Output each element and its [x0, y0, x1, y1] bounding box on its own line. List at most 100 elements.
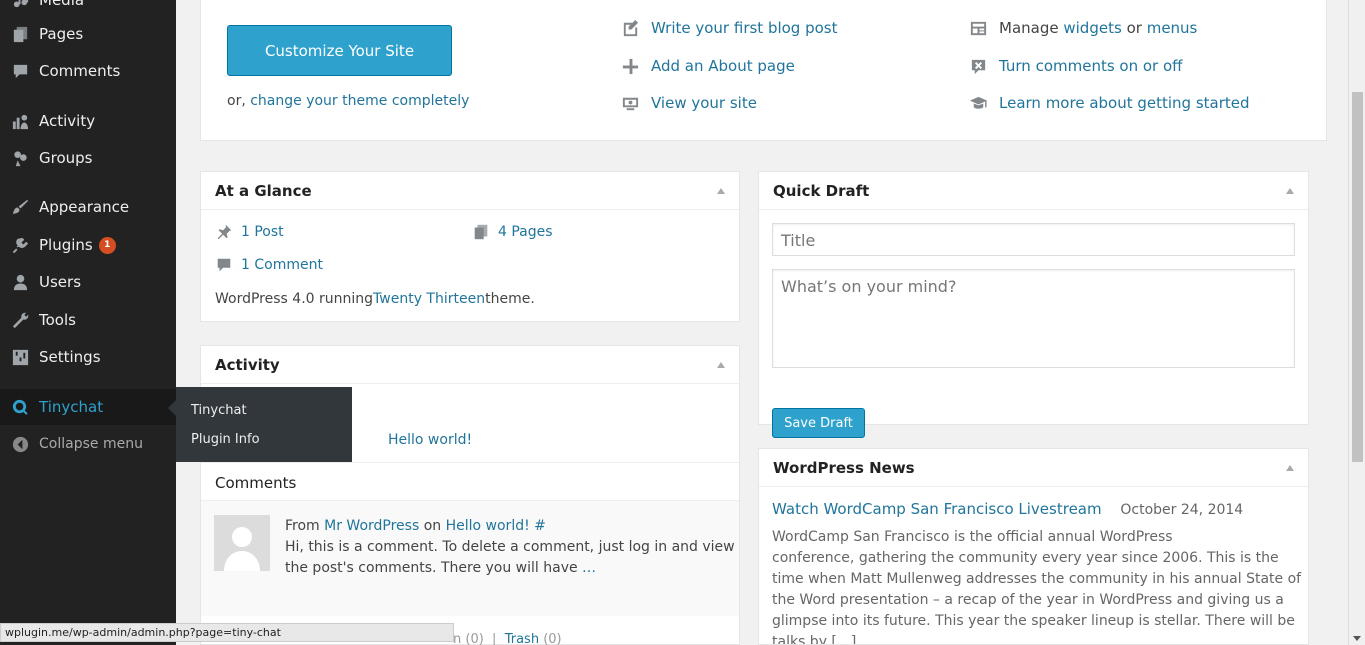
panel-header[interactable]: At a Glance — [201, 172, 739, 210]
panel-title: Quick Draft — [773, 181, 870, 200]
submenu-item-tinychat[interactable]: Tinychat — [176, 399, 352, 428]
write-first-post-link[interactable]: Write your first blog post — [620, 18, 838, 38]
sidebar-item-label: Comments — [39, 62, 121, 80]
collapse-toggle-icon[interactable] — [717, 361, 725, 368]
browser-status-bar: wplugin.me/wp-admin/admin.php?page=tiny-… — [0, 623, 454, 642]
pushpin-icon — [217, 224, 232, 240]
comments-count-link[interactable]: 1 Comment — [215, 256, 323, 274]
user-icon — [10, 272, 30, 292]
sidebar-item-label: Users — [39, 273, 82, 291]
update-count-badge: 1 — [98, 236, 116, 254]
sidebar-item-plugins[interactable]: Plugins 1 — [0, 227, 176, 263]
panel-header[interactable]: Activity — [201, 346, 739, 384]
customize-site-button[interactable]: Customize Your Site — [227, 25, 452, 76]
sidebar-item-appearance[interactable]: Appearance — [0, 189, 176, 225]
flyout-pointer — [168, 400, 176, 416]
draft-title-input[interactable]: Title — [772, 223, 1295, 256]
trash-link[interactable]: Trash — [505, 632, 539, 645]
pages-icon — [474, 224, 488, 240]
wordpress-version-line: WordPress 4.0 runningTwenty Thirteenthem… — [215, 291, 535, 307]
widgets-link[interactable]: widgets — [1063, 19, 1121, 37]
sidebar-item-label: Tools — [39, 311, 76, 329]
learn-more-label: Learn more about getting started — [999, 94, 1250, 112]
panel-title: At a Glance — [215, 181, 312, 200]
tinychat-search-icon — [10, 397, 30, 417]
view-screen-icon — [620, 93, 640, 113]
submenu-item-plugin-info[interactable]: Plugin Info — [176, 428, 352, 457]
comment-post-link[interactable]: Hello world! # — [446, 518, 546, 534]
manage-prefix: Manage — [999, 19, 1059, 37]
widgets-icon — [968, 18, 988, 38]
plugin-icon — [10, 235, 30, 255]
sidebar-item-comments[interactable]: Comments — [0, 53, 176, 89]
content-placeholder: What’s on your mind? — [781, 277, 957, 296]
collapse-menu-button[interactable]: Collapse menu — [0, 426, 176, 462]
next-step-label: View your site — [651, 94, 757, 112]
groups-icon — [10, 148, 30, 168]
scrollbar-thumb[interactable] — [1352, 92, 1363, 462]
menus-link[interactable]: menus — [1147, 19, 1198, 37]
panel-title: Activity — [215, 355, 280, 374]
comments-heading: Comments — [201, 462, 739, 501]
comment-meta: From Mr WordPress on Hello world! # — [285, 516, 735, 537]
sidebar-item-tools[interactable]: Tools — [0, 302, 176, 338]
sidebar-item-groups[interactable]: Groups — [0, 140, 176, 176]
next-step-label: Add an About page — [651, 57, 795, 75]
status-url: wplugin.me/wp-admin/admin.php?page=tiny-… — [5, 626, 281, 639]
collapse-toggle-icon[interactable] — [717, 187, 725, 194]
collapse-toggle-icon[interactable] — [1286, 187, 1294, 194]
welcome-panel: Customize Your Site or, change your them… — [200, 0, 1327, 141]
sidebar-item-settings[interactable]: Settings — [0, 339, 176, 375]
draft-content-textarea[interactable]: What’s on your mind? — [772, 269, 1295, 368]
tinychat-submenu: Tinychat Plugin Info — [176, 387, 352, 462]
pages-count-link[interactable]: 4 Pages — [472, 223, 553, 241]
spam-count[interactable]: n (0) — [453, 632, 484, 645]
comment-bubble-icon — [10, 61, 30, 81]
panel-header[interactable]: WordPress News — [759, 449, 1308, 487]
activity-icon — [10, 111, 30, 131]
wrench-icon — [10, 310, 30, 330]
theme-link[interactable]: Twenty Thirteen — [373, 291, 485, 307]
graduation-cap-icon — [968, 93, 988, 113]
comment-filter-links: n (0) | Trash (0) — [453, 632, 562, 645]
posts-count: 1 Post — [241, 224, 284, 240]
sidebar-item-activity[interactable]: Activity — [0, 103, 176, 139]
sidebar-item-label: Plugins — [39, 236, 93, 254]
title-placeholder: Title — [781, 231, 816, 250]
view-site-link[interactable]: View your site — [620, 93, 757, 113]
comments-count: 1 Comment — [241, 257, 323, 273]
posts-count-link[interactable]: 1 Post — [215, 223, 284, 241]
sidebar-item-users[interactable]: Users — [0, 264, 176, 300]
paintbrush-icon — [10, 197, 30, 217]
scroll-down-arrow-icon[interactable] — [1353, 636, 1361, 641]
comments-toggle-label: Turn comments on or off — [999, 57, 1183, 75]
recent-post-link[interactable]: Hello world! — [388, 432, 472, 448]
panel-title: WordPress News — [773, 458, 915, 477]
media-icon — [10, 0, 30, 10]
or-text: or — [1126, 19, 1142, 37]
toggle-comments-link[interactable]: Turn comments on or off — [968, 56, 1183, 76]
sidebar-item-label: Pages — [39, 25, 84, 43]
wordpress-news-panel: WordPress News Watch WordCamp San Franci… — [758, 448, 1309, 645]
news-headline-link[interactable]: Watch WordCamp San Francisco Livestream — [772, 500, 1102, 518]
sidebar-item-label: Groups — [39, 149, 93, 167]
page-scrollbar[interactable] — [1348, 0, 1365, 645]
panel-header[interactable]: Quick Draft — [759, 172, 1308, 210]
sidebar-item-label: Tinychat — [39, 398, 104, 416]
learn-more-link[interactable]: Learn more about getting started — [968, 93, 1250, 113]
comment-body: From Mr WordPress on Hello world! # Hi, … — [285, 516, 735, 579]
save-draft-button[interactable]: Save Draft — [772, 408, 865, 438]
change-theme-link[interactable]: change your theme completely — [250, 93, 469, 109]
collapse-toggle-icon[interactable] — [1286, 464, 1294, 471]
add-about-page-link[interactable]: Add an About page — [620, 56, 795, 76]
comment-item: From Mr WordPress on Hello world! # Hi, … — [201, 501, 739, 616]
plus-icon — [620, 56, 640, 76]
version-prefix: WordPress 4.0 running — [215, 291, 374, 307]
sidebar-item-pages[interactable]: Pages — [0, 16, 176, 52]
trash-count: (0) — [543, 632, 562, 645]
sidebar-item-tinychat[interactable]: Tinychat — [0, 389, 176, 425]
comment-author-link[interactable]: Mr WordPress — [324, 518, 419, 534]
sidebar-item-label: Activity — [39, 112, 96, 130]
read-more-ellipsis[interactable]: … — [578, 560, 596, 576]
from-prefix: From — [285, 518, 325, 534]
